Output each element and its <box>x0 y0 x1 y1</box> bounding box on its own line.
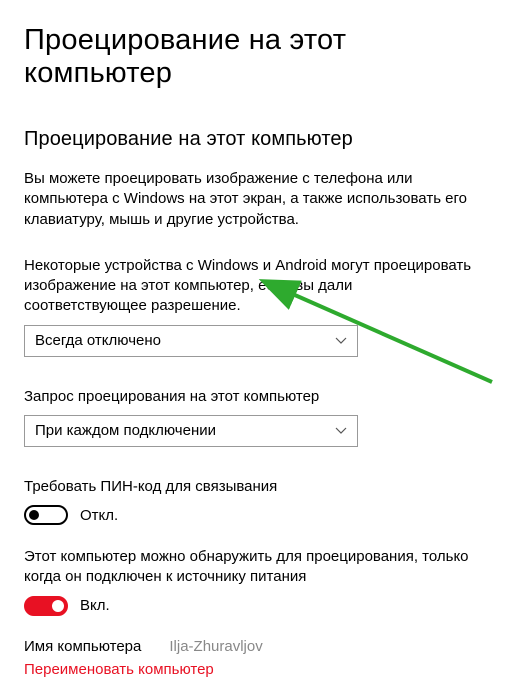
chevron-down-icon <box>335 425 347 437</box>
permission-select-value: Всегда отключено <box>35 332 161 349</box>
discover-label: Этот компьютер можно обнаружить для прое… <box>24 547 474 588</box>
ask-select-value: При каждом подключении <box>35 422 216 439</box>
rename-computer-link[interactable]: Переименовать компьютер <box>24 661 481 678</box>
permission-label: Некоторые устройства с Windows и Android… <box>24 256 474 317</box>
intro-text: Вы можете проецировать изображение с тел… <box>24 169 474 230</box>
computer-name-label: Имя компьютера <box>24 638 141 655</box>
page-title: Проецирование на этот компьютер <box>24 24 481 90</box>
computer-name-value: Ilja-Zhuravljov <box>169 638 262 655</box>
annotation-arrow <box>0 0 505 639</box>
discover-toggle[interactable] <box>24 596 68 616</box>
ask-select[interactable]: При каждом подключении <box>24 415 358 447</box>
ask-label: Запрос проецирования на этот компьютер <box>24 387 474 407</box>
discover-state-text: Вкл. <box>80 597 110 614</box>
section-heading: Проецирование на этот компьютер <box>24 128 481 151</box>
pin-toggle[interactable] <box>24 505 68 525</box>
permission-select[interactable]: Всегда отключено <box>24 325 358 357</box>
pin-label: Требовать ПИН-код для связывания <box>24 477 474 497</box>
pin-state-text: Откл. <box>80 507 118 524</box>
chevron-down-icon <box>335 335 347 347</box>
